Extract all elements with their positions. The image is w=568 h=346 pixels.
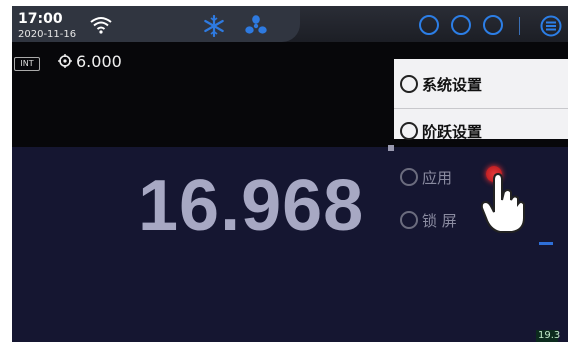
menu-item-lock-screen[interactable]: 锁 屏 [400,207,457,233]
status-bar: 17:00 2020-11-16 [12,6,568,42]
menu-item-step-settings[interactable]: 阶跃设置 [400,118,482,144]
menu-item-label: 系统设置 [422,75,483,94]
menu-icon[interactable] [540,15,562,37]
menu-item-label: 阶跃设置 [422,122,483,141]
toolbar-divider [519,17,520,35]
setpoint-target-icon [58,54,72,68]
scale-marker [539,242,553,245]
setpoint-value[interactable]: 6.000 [76,54,122,70]
secondary-reading: 19.3 [536,330,561,342]
menu-item-system-settings[interactable]: 系统设置 [400,71,482,97]
lock-icon [400,211,418,229]
device-screen: 17:00 2020-11-16 INT 6.000 16.968 系统设置 阶… [12,6,568,342]
menu-item-label: 应用 [422,168,453,187]
pointer-hand-icon [480,172,525,233]
gauge-icon [400,122,418,140]
power-icon[interactable] [419,15,439,35]
input-mode-badge: INT [14,57,40,71]
clock-time: 17:00 [18,11,63,27]
settings-icon [400,75,418,93]
main-reading: 16.968 [138,166,365,246]
snowflake-icon[interactable] [203,15,225,37]
panel-marker [388,145,394,151]
menu-item-apps[interactable]: 应用 [400,164,452,190]
menu-divider [394,108,568,109]
fan-icon[interactable] [244,15,268,37]
menu-item-label: 锁 屏 [422,211,457,230]
apps-icon [400,168,418,186]
alarm-icon[interactable] [451,15,471,35]
gauge-icon[interactable] [483,15,503,35]
clock-date: 2020-11-16 [18,29,77,40]
wifi-icon [90,17,112,34]
